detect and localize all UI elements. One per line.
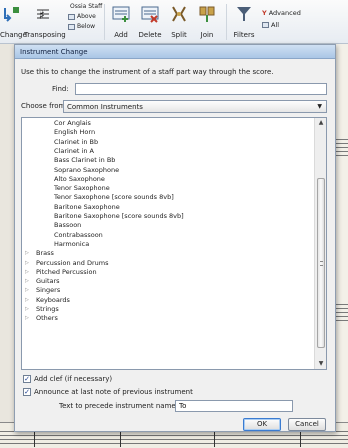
category-label: Others [36, 314, 58, 323]
instrument-list-item[interactable]: Tenor Saxophone [score sounds 8vb] [22, 193, 174, 202]
category-label: Percussion and Drums [36, 258, 109, 267]
add-clef-label: Add clef (if necessary) [34, 375, 113, 383]
instrument-category-item[interactable]: ▷ Singers [22, 286, 60, 295]
transposing-icon: ♯ [37, 8, 49, 22]
instrument-list-item[interactable]: Harmonica [22, 240, 89, 249]
instrument-list-item[interactable]: Bassoon [22, 221, 81, 230]
instrument-list-item[interactable]: Tenor Saxophone [22, 184, 110, 193]
instrument-category-item[interactable]: ▷ Strings [22, 305, 59, 314]
select-all-button[interactable]: All [262, 21, 279, 29]
scroll-up-icon[interactable]: ▲ [315, 118, 326, 128]
category-label: Strings [36, 305, 59, 313]
ossia-below-button[interactable]: Below [68, 23, 95, 30]
instrument-category-item[interactable]: ▷ Others [22, 314, 58, 323]
add-clef-checkbox[interactable]: ✓ [23, 375, 31, 383]
instrument-list-item[interactable]: Contrabassoon [22, 231, 103, 240]
expand-triangle-icon[interactable]: ▷ [25, 268, 29, 277]
add-staff-icon [112, 6, 130, 22]
instrument-category-item[interactable]: ▷ Pitched Percussion [22, 268, 97, 277]
join-icon [199, 6, 215, 22]
advanced-filter-icon: Y [262, 9, 267, 17]
staff-above-icon [68, 13, 75, 20]
chevron-down-icon: ▼ [317, 103, 322, 110]
category-label: Pitched Percussion [36, 267, 97, 276]
instrument-category-item[interactable]: ▷ Keyboards [22, 296, 70, 305]
cancel-button[interactable]: Cancel [288, 418, 326, 431]
delete-label: Delete [138, 31, 162, 39]
expand-triangle-icon[interactable]: ▷ [25, 305, 29, 314]
instrument-category-item[interactable]: ▷ Guitars [22, 277, 60, 286]
instrument-list-item[interactable]: Alto Saxophone [22, 175, 105, 184]
advanced-filter-button[interactable]: Y Advanced [262, 9, 301, 17]
scroll-down-icon[interactable]: ▼ [315, 359, 326, 369]
staff-below-icon [68, 23, 75, 30]
expand-triangle-icon[interactable]: ▷ [25, 277, 29, 286]
instrument-category-item[interactable]: ▷ Brass [22, 249, 54, 258]
add-clef-checkbox-row[interactable]: ✓ Add clef (if necessary) [23, 375, 112, 383]
announce-checkbox-row[interactable]: ✓ Announce at last note of previous inst… [23, 388, 193, 396]
expand-triangle-icon[interactable]: ▷ [25, 314, 29, 323]
add-button[interactable]: Add [108, 0, 134, 44]
delete-staff-icon [141, 6, 159, 23]
split-button[interactable]: Split [166, 0, 192, 44]
instrument-list-item[interactable]: English Horn [22, 128, 95, 137]
ossia-staff-label: Ossia Staff [70, 3, 103, 10]
instrument-category-item[interactable]: ▷ Percussion and Drums [22, 259, 108, 268]
instrument-list-item[interactable]: Clarinet in Bb [22, 138, 98, 147]
category-label: Brass [36, 249, 54, 258]
filter-funnel-icon [237, 7, 251, 21]
expand-triangle-icon[interactable]: ▷ [25, 296, 29, 305]
find-input[interactable] [75, 83, 327, 95]
add-label: Add [114, 31, 128, 39]
scrollbar-thumb[interactable] [317, 178, 325, 348]
find-label: Find: [52, 85, 69, 93]
expand-triangle-icon[interactable]: ▷ [25, 286, 29, 295]
category-label: Guitars [36, 277, 60, 286]
precede-text-label: Text to precede instrument name: [59, 402, 179, 410]
instrument-list-item[interactable]: Baritone Saxophone [22, 203, 120, 212]
split-icon [172, 6, 186, 22]
change-label: Change [0, 31, 27, 39]
select-all-icon [262, 22, 269, 28]
transposing-button[interactable]: ♯ Transposing [24, 0, 66, 44]
join-label: Join [200, 31, 214, 39]
join-button[interactable]: Join [194, 0, 220, 44]
ribbon-toolbar: Change ♯ Transposing Ossia Staff Above B… [0, 0, 348, 44]
dialog-title: Instrument Change [15, 45, 335, 59]
instrument-change-dialog: Instrument Change Use this to change the… [14, 44, 336, 432]
delete-button[interactable]: Delete [136, 0, 164, 44]
change-instrument-icon [4, 7, 19, 22]
change-instrument-button[interactable]: Change [0, 0, 27, 44]
category-label: Singers [36, 286, 61, 295]
choose-from-label: Choose from: [21, 102, 68, 110]
announce-label: Announce at last note of previous instru… [34, 388, 193, 396]
instrument-list-scrollbar[interactable]: ▲ ▼ [314, 118, 326, 369]
expand-triangle-icon[interactable]: ▷ [25, 259, 29, 268]
svg-text:♯: ♯ [39, 8, 45, 22]
instrument-list-item[interactable]: Baritone Saxophone [score sounds 8vb] [22, 212, 184, 221]
expand-triangle-icon[interactable]: ▷ [25, 249, 29, 258]
ok-button[interactable]: OK [243, 418, 281, 431]
instrument-list-items: Cor Anglais English Horn Clarinet in Bb Cla… [22, 118, 314, 369]
instrument-list-item[interactable]: Clarinet in A [22, 147, 94, 156]
instrument-list[interactable]: Cor Anglais English Horn Clarinet in Bb Cla… [21, 117, 327, 370]
category-label: Keyboards [36, 295, 70, 304]
choose-from-value: Common Instruments [67, 103, 143, 111]
announce-checkbox[interactable]: ✓ [23, 388, 31, 396]
instrument-list-item[interactable]: Bass Clarinet in Bb [22, 156, 115, 165]
ribbon-separator [104, 4, 105, 40]
ribbon-separator [226, 4, 227, 40]
dialog-description: Use this to change the instrument of a s… [21, 68, 274, 76]
filters-button[interactable]: Filters [230, 0, 258, 44]
ossia-above-button[interactable]: Above [68, 13, 96, 20]
split-label: Split [171, 31, 187, 39]
instrument-list-item[interactable]: Soprano Saxophone [22, 166, 119, 175]
transposing-label: Transposing [24, 31, 66, 39]
instrument-list-item[interactable]: Cor Anglais [22, 119, 91, 128]
precede-text-input[interactable] [175, 400, 293, 412]
filters-label: Filters [233, 31, 255, 39]
choose-from-dropdown[interactable]: Common Instruments ▼ [63, 100, 327, 113]
